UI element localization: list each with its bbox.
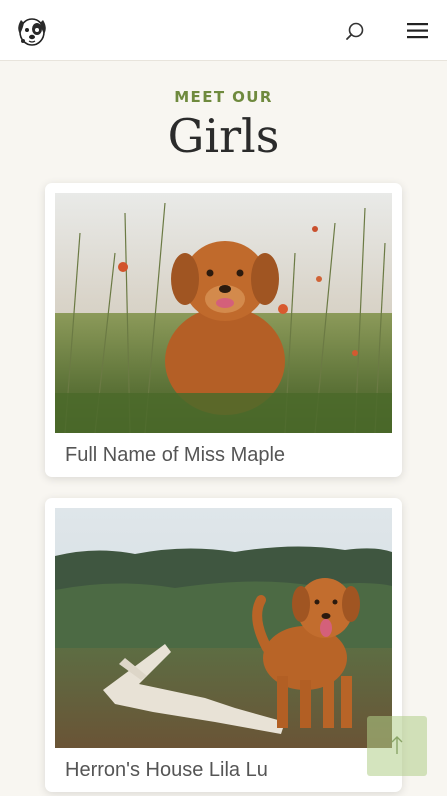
section-eyebrow: MEET OUR: [174, 88, 273, 106]
arrow-up-icon: [391, 736, 403, 754]
dog-photo: [55, 193, 392, 433]
dog-logo-icon[interactable]: [14, 12, 50, 48]
hamburger-menu-icon[interactable]: [405, 20, 431, 42]
dog-name: Herron's House Lila Lu: [65, 759, 268, 781]
section-heading: MEET OUR Girls: [0, 88, 447, 162]
back-to-top-button[interactable]: [367, 716, 427, 776]
search-icon[interactable]: [343, 20, 367, 44]
dog-card[interactable]: Full Name of Miss Maple: [45, 183, 402, 477]
dog-photo: [55, 508, 392, 748]
section-title: Girls: [167, 109, 280, 163]
dog-card[interactable]: Herron's House Lila Lu: [45, 498, 402, 792]
dog-name: Full Name of Miss Maple: [65, 444, 286, 466]
top-bar: [0, 0, 447, 61]
